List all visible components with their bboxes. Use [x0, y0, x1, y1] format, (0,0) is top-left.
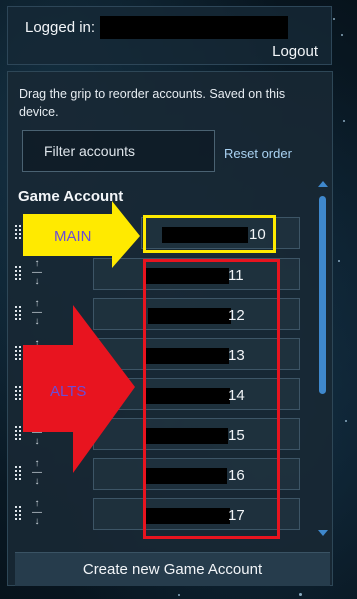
annotation-arrows [23, 201, 140, 473]
alts-annotation-label: ALTS [50, 383, 87, 400]
main-annotation-label: MAIN [54, 228, 92, 245]
